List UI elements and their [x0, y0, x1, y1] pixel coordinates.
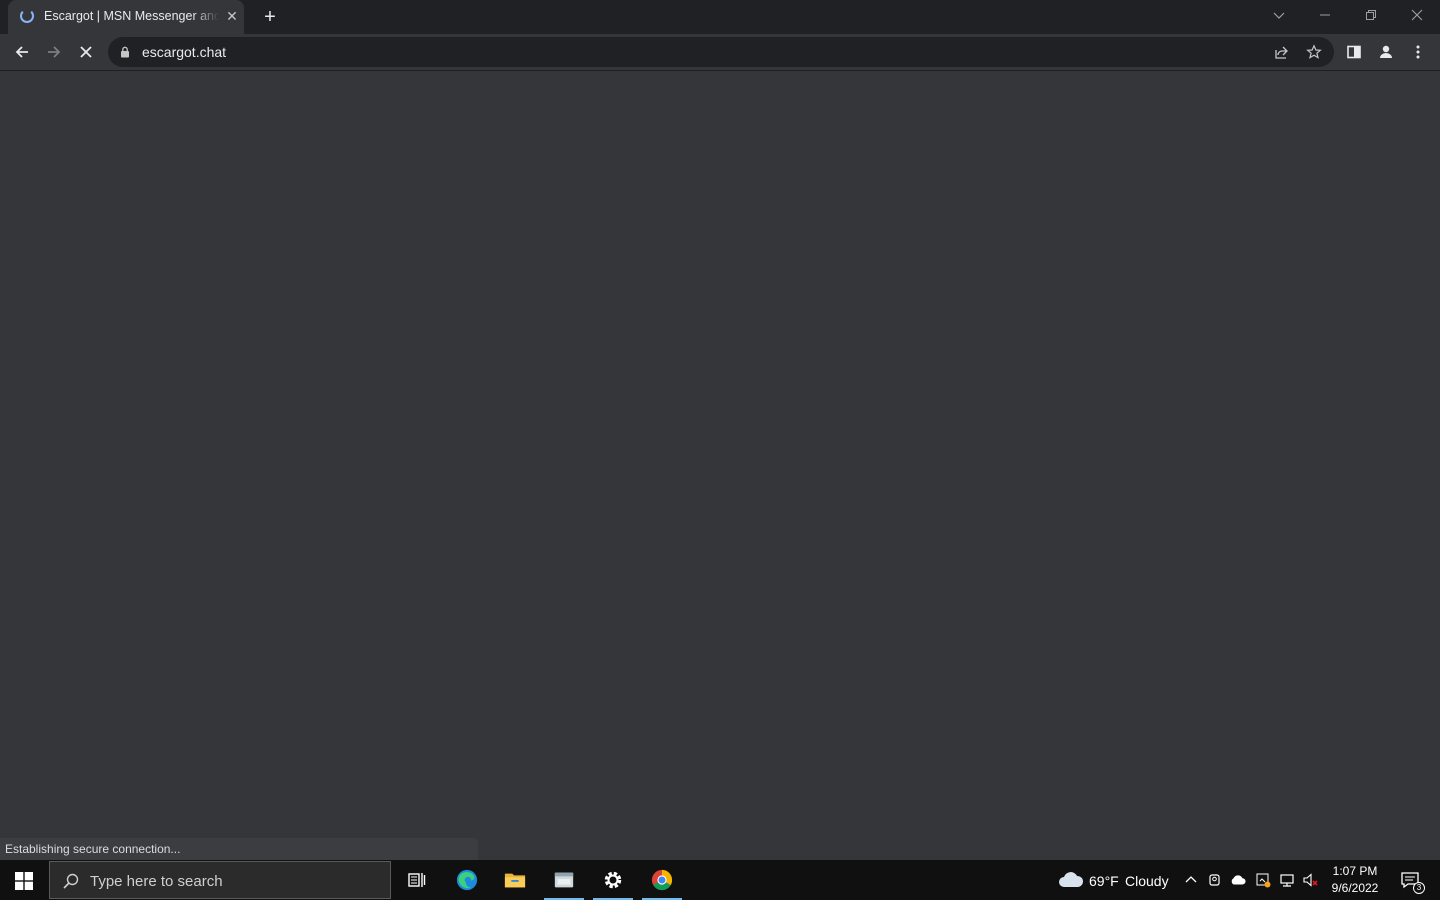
forward-button[interactable]: [40, 38, 68, 66]
notification-count-badge: 3: [1413, 882, 1425, 894]
stop-loading-button[interactable]: [72, 38, 100, 66]
cloud-icon: [1059, 872, 1084, 887]
menu-button[interactable]: [1404, 38, 1432, 66]
windows-taskbar: 69°F Cloudy 1:07 PM 9/6/2022 3: [0, 860, 1440, 900]
arrow-right-icon: [48, 46, 61, 58]
tab-title: Escargot | MSN Messenger and Windows Liv…: [44, 9, 219, 23]
clock-date: 9/6/2022: [1331, 881, 1379, 895]
taskbar-search[interactable]: [49, 861, 391, 899]
task-view-icon: [408, 873, 426, 887]
star-bookmark-icon[interactable]: [1306, 44, 1322, 60]
url-text[interactable]: escargot.chat: [142, 44, 226, 60]
windows-logo-icon: [15, 872, 33, 890]
restore-icon: [1366, 10, 1376, 20]
system-clock[interactable]: 1:07 PM 9/6/2022: [1326, 863, 1384, 897]
profile-button[interactable]: [1372, 38, 1400, 66]
address-bar[interactable]: escargot.chat: [108, 37, 1334, 67]
close-icon: [1411, 9, 1423, 21]
lock-icon[interactable]: [120, 46, 130, 58]
side-panel-icon: [1347, 45, 1361, 59]
file-explorer-button[interactable]: [491, 860, 539, 900]
window-app-icon: [554, 872, 574, 888]
tab-search-button[interactable]: [1256, 0, 1302, 30]
start-button[interactable]: [0, 860, 48, 900]
share-icon[interactable]: [1274, 44, 1290, 60]
edge-taskbar-button[interactable]: [443, 860, 491, 900]
restore-button[interactable]: [1348, 0, 1394, 30]
side-panel-button[interactable]: [1340, 38, 1368, 66]
search-icon: [63, 873, 79, 889]
onedrive-icon[interactable]: [1230, 872, 1246, 888]
chrome-taskbar-button[interactable]: [638, 860, 686, 900]
browser-toolbar: escargot.chat: [0, 34, 1440, 71]
minimize-button[interactable]: [1302, 0, 1348, 30]
meet-now-icon[interactable]: [1207, 872, 1223, 888]
weather-temperature: 69°F: [1089, 873, 1119, 889]
network-icon[interactable]: [1279, 872, 1295, 888]
status-bubble: Establishing secure connection...: [0, 838, 478, 860]
chrome-icon: [651, 869, 673, 891]
folder-icon: [504, 873, 526, 888]
edge-icon: [456, 869, 478, 891]
chevron-down-icon: [1273, 12, 1285, 19]
settings-taskbar-button[interactable]: [589, 860, 637, 900]
minimize-icon: [1320, 14, 1330, 16]
clock-time: 1:07 PM: [1332, 864, 1378, 878]
volume-muted-icon[interactable]: [1302, 872, 1318, 888]
security-warning-icon[interactable]: [1255, 872, 1271, 888]
person-icon: [1380, 45, 1392, 58]
tab-strip: Escargot | MSN Messenger and Windows Liv…: [0, 0, 1440, 34]
task-view-button[interactable]: [392, 860, 440, 900]
back-button[interactable]: [8, 38, 36, 66]
weather-condition: Cloudy: [1125, 873, 1169, 889]
kebab-menu-icon: [1416, 45, 1420, 59]
close-window-button[interactable]: [1394, 0, 1440, 30]
action-center-button[interactable]: 3: [1396, 860, 1432, 900]
gear-icon: [604, 871, 622, 889]
search-input[interactable]: [88, 870, 382, 892]
app-window-button[interactable]: [540, 860, 588, 900]
loading-spinner-icon: [20, 9, 34, 23]
chevron-up-icon[interactable]: [1183, 872, 1199, 888]
browser-tab[interactable]: Escargot | MSN Messenger and Windows Liv…: [8, 0, 244, 34]
stop-x-icon: [80, 46, 92, 58]
page-viewport: Establishing secure connection...: [0, 71, 1440, 860]
new-tab-button[interactable]: +: [258, 5, 282, 29]
arrow-left-icon: [15, 46, 28, 58]
tab-close-icon[interactable]: ✕: [224, 8, 240, 24]
